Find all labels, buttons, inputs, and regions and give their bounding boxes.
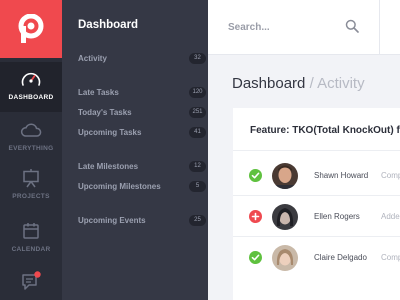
avatar[interactable] bbox=[272, 204, 298, 230]
cloud-icon bbox=[19, 119, 43, 141]
card-title[interactable]: Feature: TKO(Total KnockOut) for bbox=[250, 125, 400, 136]
chat-icon bbox=[19, 270, 43, 292]
gauge-icon bbox=[19, 68, 43, 90]
assignee-name: Shawn Howard bbox=[314, 171, 369, 180]
search-input[interactable] bbox=[228, 17, 338, 37]
count-badge: 5 bbox=[189, 180, 206, 192]
rail-label-dashboard: DASHBOARD bbox=[8, 94, 54, 101]
rail-label-projects: PROJECTS bbox=[12, 193, 50, 200]
sidebar-item-upcoming-milestones[interactable]: Upcoming Milestones 5 bbox=[78, 179, 206, 193]
sidebar-item-label: Late Milestones bbox=[78, 161, 139, 171]
count-badge: 251 bbox=[189, 106, 206, 118]
assignee-name: Ellen Rogers bbox=[314, 212, 360, 221]
rail-item-calendar[interactable]: CALENDAR bbox=[0, 214, 62, 264]
divider bbox=[233, 150, 400, 151]
top-bar bbox=[208, 0, 400, 55]
topbar-divider bbox=[379, 0, 380, 55]
sidebar-item-label: Late Tasks bbox=[78, 87, 119, 97]
sidebar-item-late-milestones[interactable]: Late Milestones 12 bbox=[78, 159, 206, 173]
rail-label-calendar: CALENDAR bbox=[11, 246, 51, 253]
count-badge: 41 bbox=[189, 126, 206, 138]
sidebar-item-label: Activity bbox=[78, 53, 107, 63]
sidebar-title: Dashboard bbox=[78, 19, 139, 31]
table-row[interactable]: Ellen Rogers Adde bbox=[233, 197, 400, 237]
rail-item-messages[interactable] bbox=[0, 264, 62, 300]
assignee-name: Claire Delgado bbox=[314, 253, 367, 262]
task-status-text: Comp bbox=[381, 171, 400, 180]
count-badge: 32 bbox=[189, 52, 206, 64]
breadcrumb: Dashboard / Activity bbox=[232, 75, 365, 92]
count-badge: 120 bbox=[189, 86, 206, 98]
breadcrumb-section[interactable]: Dashboard bbox=[232, 75, 305, 92]
count-badge: 25 bbox=[189, 214, 206, 226]
task-status-text: Comp bbox=[381, 253, 400, 262]
search-icon[interactable] bbox=[345, 19, 359, 33]
avatar[interactable] bbox=[272, 163, 298, 189]
breadcrumb-current: Activity bbox=[317, 75, 365, 92]
presentation-board-icon bbox=[19, 167, 43, 189]
task-card: Feature: TKO(Total KnockOut) for Shawn H… bbox=[233, 108, 400, 300]
icon-rail: DASHBOARD EVERYTHING PROJECTS CALENDAR bbox=[0, 0, 62, 300]
avatar[interactable] bbox=[272, 245, 298, 271]
table-row[interactable]: Claire Delgado Comp bbox=[233, 238, 400, 278]
rail-item-dashboard[interactable]: DASHBOARD bbox=[0, 62, 62, 112]
plus-icon bbox=[249, 210, 262, 223]
calendar-icon bbox=[19, 220, 43, 242]
check-icon bbox=[249, 251, 262, 264]
check-icon bbox=[249, 169, 262, 182]
rail-label-everything: EVERYTHING bbox=[8, 145, 54, 152]
count-badge: 12 bbox=[189, 160, 206, 172]
table-row[interactable]: Shawn Howard Comp bbox=[233, 156, 400, 196]
rail-item-projects[interactable]: PROJECTS bbox=[0, 161, 62, 211]
sidebar-item-label: Today's Tasks bbox=[78, 107, 132, 117]
sidebar-item-upcoming-tasks[interactable]: Upcoming Tasks 41 bbox=[78, 125, 206, 139]
breadcrumb-separator: / bbox=[309, 75, 314, 92]
sidebar-item-late-tasks[interactable]: Late Tasks 120 bbox=[78, 85, 206, 99]
sidebar-item-todays-tasks[interactable]: Today's Tasks 251 bbox=[78, 105, 206, 119]
sidebar-item-upcoming-events[interactable]: Upcoming Events 25 bbox=[78, 213, 206, 227]
logo-icon bbox=[18, 14, 44, 43]
sidebar-item-label: Upcoming Milestones bbox=[78, 181, 161, 191]
app-logo[interactable] bbox=[0, 0, 62, 58]
sidebar-item-activity[interactable]: Activity 32 bbox=[78, 51, 206, 65]
task-status-text: Adde bbox=[381, 212, 400, 221]
sidebar-item-label: Upcoming Tasks bbox=[78, 127, 142, 137]
sidebar-item-label: Upcoming Events bbox=[78, 215, 146, 225]
rail-item-everything[interactable]: EVERYTHING bbox=[0, 113, 62, 163]
sidebar: Dashboard Activity 32 Late Tasks 120 Tod… bbox=[62, 0, 208, 300]
